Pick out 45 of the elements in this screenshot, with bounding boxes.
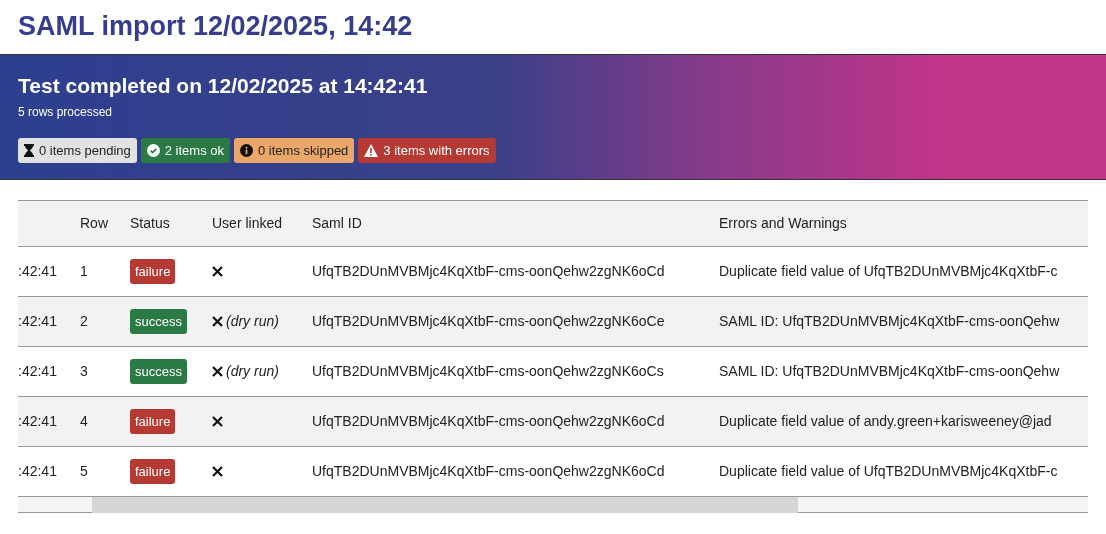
message-cell: Duplicate field value of andy.green+karisweeney@jad [719,413,1052,429]
page-title: SAML import 12/02/2025, 14:42 [17,10,414,43]
row-number-cell: 2 [80,313,88,329]
column-header: User linked [212,215,283,231]
saml-id-cell: UfqTB2DUnMVBMjc4KqXtbF-cms-oonQehw2zgNK6oCs [312,363,664,379]
column-header: Saml ID [312,215,362,231]
message-cell: SAML ID: UfqTB2DUnMVBMjc4KqXtbF-cms-oonQehw [719,363,1060,379]
warning-icon [364,144,379,157]
time-cell: :42:41 [18,463,57,479]
scrollbar-thumb[interactable] [92,497,798,513]
saml-id-cell: UfqTB2DUnMVBMjc4KqXtbF-cms-oonQehw2zgNK6oCe [312,313,665,329]
time-cell: :42:41 [18,313,57,329]
info-icon [240,144,254,157]
time-cell: :42:41 [18,413,57,429]
rows-processed-text: 5 rows processed [18,104,114,121]
row-number-cell: 5 [80,463,88,479]
row-number-cell: 1 [80,263,88,279]
message-cell: Duplicate field value of UfqTB2DUnMVBMjc4KqXtbF-c [719,463,1058,479]
check-circle-icon [146,144,160,157]
banner-heading: Test completed on 12/02/2025 at 14:42:41 [18,73,429,99]
status-badge: success [130,308,187,335]
status-badge: success [130,358,187,385]
status-badge: failure [130,408,176,435]
horizontal-scrollbar[interactable] [18,497,1088,513]
status-badge: failure [130,458,176,485]
counter-label: 0 items skipped [258,141,349,160]
column-header: Errors and Warnings [719,215,847,231]
time-cell: :42:41 [18,363,57,379]
dry-run-note: (dry run) [226,362,279,381]
status-badge: failure [130,258,176,285]
dry-run-note: (dry run) [226,312,279,331]
saml-id-cell: UfqTB2DUnMVBMjc4KqXtbF-cms-oonQehw2zgNK6oCd [312,463,665,479]
saml-id-cell: UfqTB2DUnMVBMjc4KqXtbF-cms-oonQehw2zgNK6oCd [312,413,665,429]
message-cell: Duplicate field value of UfqTB2DUnMVBMjc4KqXtbF-c [719,263,1058,279]
column-header: Row [80,215,108,231]
counter-label: 3 items with errors [383,141,490,160]
counter-label: 2 items ok [164,141,225,160]
saml-id-cell: UfqTB2DUnMVBMjc4KqXtbF-cms-oonQehw2zgNK6oCd [312,263,665,279]
hourglass-icon [24,144,34,157]
column-header: Status [130,215,170,231]
message-cell: SAML ID: UfqTB2DUnMVBMjc4KqXtbF-cms-oonQehw [719,313,1060,329]
row-number-cell: 4 [80,413,88,429]
row-number-cell: 3 [80,363,88,379]
counter-label: 0 items pending [39,141,131,160]
time-cell: :42:41 [18,263,57,279]
